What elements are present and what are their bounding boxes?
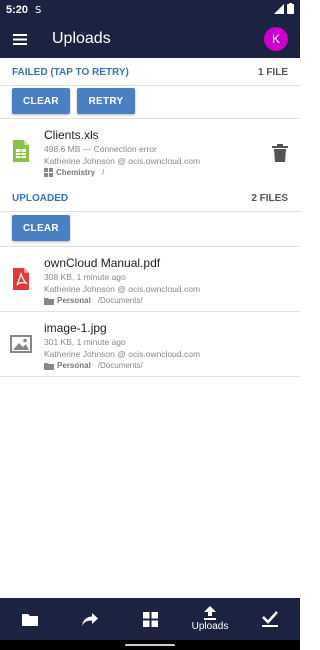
uploaded-row[interactable]: image-1.jpg 301 KB, 1 minute ago Katheri… (0, 313, 300, 377)
notification-icon: S (34, 4, 44, 17)
battery-icon (287, 3, 294, 17)
uploaded-count: 2 FILES (251, 193, 288, 204)
spaces-icon (44, 168, 53, 177)
folder-icon (22, 613, 38, 626)
file-meta: 301 KB, 1 minute ago (44, 337, 126, 347)
share-icon (82, 612, 98, 626)
trash-icon[interactable] (272, 144, 288, 162)
clear-uploaded-button[interactable]: CLEAR (12, 215, 70, 241)
divider (0, 311, 300, 312)
spreadsheet-icon (13, 140, 29, 162)
system-navigation-bar (0, 640, 300, 650)
file-name: image-1.jpg (44, 321, 107, 335)
gesture-handle[interactable] (125, 644, 175, 646)
uploaded-section-label: UPLOADED (12, 193, 69, 204)
failed-upload-row[interactable]: Clients.xls 498.6 MB — Connection error … (0, 120, 300, 184)
image-icon (10, 335, 32, 353)
divider (0, 118, 300, 119)
file-account: Katherine Johnson @ ocis.owncloud.com (44, 284, 201, 294)
status-time: 5:20 (6, 4, 29, 16)
file-meta: 498.6 MB — Connection error (44, 144, 157, 154)
spaces-icon (142, 611, 158, 627)
file-name: ownCloud Manual.pdf (44, 256, 161, 270)
nav-uploads-label: Uploads (191, 621, 229, 632)
nav-spaces[interactable] (120, 598, 180, 640)
file-location: Chemistry / (44, 168, 104, 177)
space-name: Personal (57, 296, 91, 305)
folder-icon (44, 297, 54, 305)
file-path: / (102, 168, 105, 177)
space-name: Chemistry (56, 168, 96, 177)
checkmark-icon (262, 611, 278, 627)
file-account: Katherine Johnson @ ocis.owncloud.com (44, 156, 201, 166)
file-meta: 308 KB, 1 minute ago (44, 272, 126, 282)
page-title: Uploads (52, 30, 111, 47)
bottom-navigation: Uploads (0, 598, 300, 640)
failed-section-header[interactable]: FAILED (TAP TO RETRY) 1 FILE (0, 60, 300, 86)
nav-files[interactable] (0, 598, 60, 640)
divider (0, 376, 300, 377)
failed-count: 1 FILE (257, 67, 288, 78)
retry-button[interactable]: RETRY (77, 88, 135, 114)
nav-offline[interactable] (240, 598, 300, 640)
nav-uploads[interactable]: Uploads (180, 598, 240, 640)
clear-failed-button[interactable]: CLEAR (12, 88, 70, 114)
file-path: /Documents/ (97, 361, 143, 370)
uploaded-row[interactable]: ownCloud Manual.pdf 308 KB, 1 minute ago… (0, 248, 300, 312)
folder-icon (44, 362, 54, 370)
menu-button[interactable] (0, 20, 40, 58)
file-path: /Documents/ (97, 296, 143, 305)
upload-icon (204, 606, 216, 620)
file-account: Katherine Johnson @ ocis.owncloud.com (44, 349, 201, 359)
avatar[interactable]: K (264, 27, 288, 51)
failed-section-label: FAILED (TAP TO RETRY) (12, 67, 129, 78)
file-name: Clients.xls (44, 128, 99, 142)
app-bar: Uploads K (0, 20, 300, 58)
nav-shares[interactable] (60, 598, 120, 640)
status-bar: 5:20 S (0, 0, 300, 20)
uploaded-section-header: UPLOADED 2 FILES (0, 186, 300, 212)
svg-text:S: S (35, 5, 41, 14)
signal-icon (274, 3, 284, 17)
pdf-icon (13, 268, 29, 290)
file-location: Personal /Documents/ (44, 296, 143, 305)
file-location: Personal /Documents/ (44, 361, 143, 370)
space-name: Personal (57, 361, 91, 370)
hamburger-icon (13, 33, 27, 45)
divider (0, 246, 300, 247)
